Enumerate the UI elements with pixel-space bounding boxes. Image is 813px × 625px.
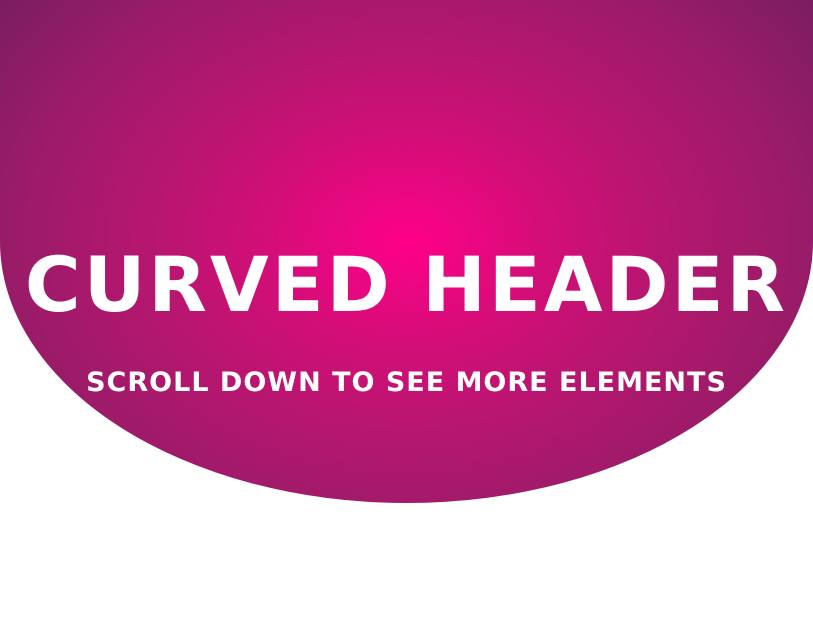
scroll-instruction-text: SCROLL DOWN TO SEE MORE ELEMENTS [86,367,727,398]
page-canvas: CURVED HEADER SCROLL DOWN TO SEE MORE EL… [0,0,813,625]
page-title: CURVED HEADER [24,239,789,329]
curved-header-banner: CURVED HEADER SCROLL DOWN TO SEE MORE EL… [0,0,813,503]
